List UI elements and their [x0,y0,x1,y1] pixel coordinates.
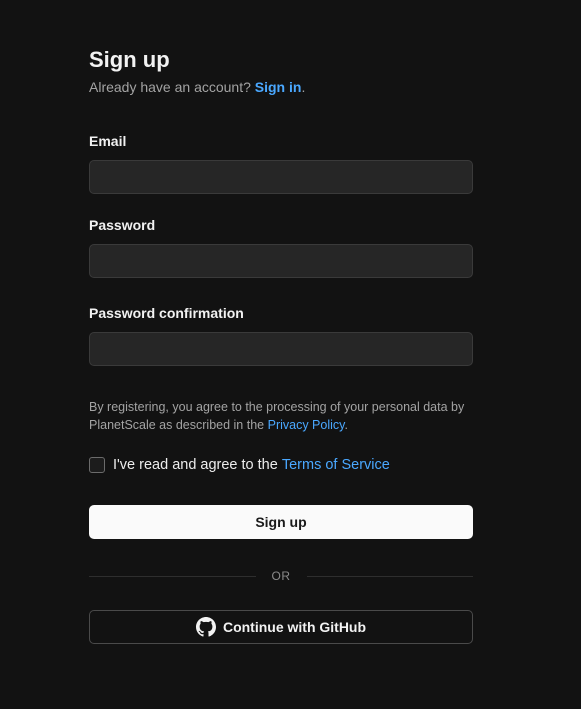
terms-checkbox[interactable] [89,457,105,473]
terms-text: I've read and agree to the [113,457,278,473]
divider-line-left [89,575,256,577]
terms-agreement[interactable]: I've read and agree to the Terms of Serv… [89,457,390,473]
terms-of-service-link[interactable]: Terms of Service [282,457,390,473]
privacy-policy-link[interactable]: Privacy Policy [268,418,345,432]
privacy-notice: By registering, you agree to the process… [89,398,473,434]
email-field-group: Email [89,132,473,194]
password-field-group: Password [89,216,473,278]
signup-form: Sign up Already have an account? Sign in… [89,46,473,644]
github-signup-button[interactable]: Continue with GitHub [89,610,473,644]
signin-prompt-text: Already have an account? [89,79,251,95]
signup-button[interactable]: Sign up [89,505,473,539]
github-icon [195,617,216,637]
password-confirmation-input[interactable] [89,332,473,366]
password-input[interactable] [89,244,473,278]
password-label: Password [89,217,156,233]
password-confirmation-field-group: Password confirmation [89,304,473,366]
github-button-label: Continue with GitHub [222,619,367,635]
email-input[interactable] [89,160,473,194]
divider-line-right [306,575,473,577]
email-label: Email [89,133,127,149]
password-confirmation-label: Password confirmation [89,305,244,321]
signin-prompt: Already have an account? Sign in. [89,78,473,96]
divider-label: OR [271,569,291,583]
signin-prompt-suffix: . [301,79,306,95]
page-title: Sign up [89,47,170,72]
privacy-notice-suffix: . [344,418,348,432]
or-divider: OR [89,568,473,584]
signin-link[interactable]: Sign in [255,79,302,95]
signup-page: Sign up Already have an account? Sign in… [0,0,581,709]
